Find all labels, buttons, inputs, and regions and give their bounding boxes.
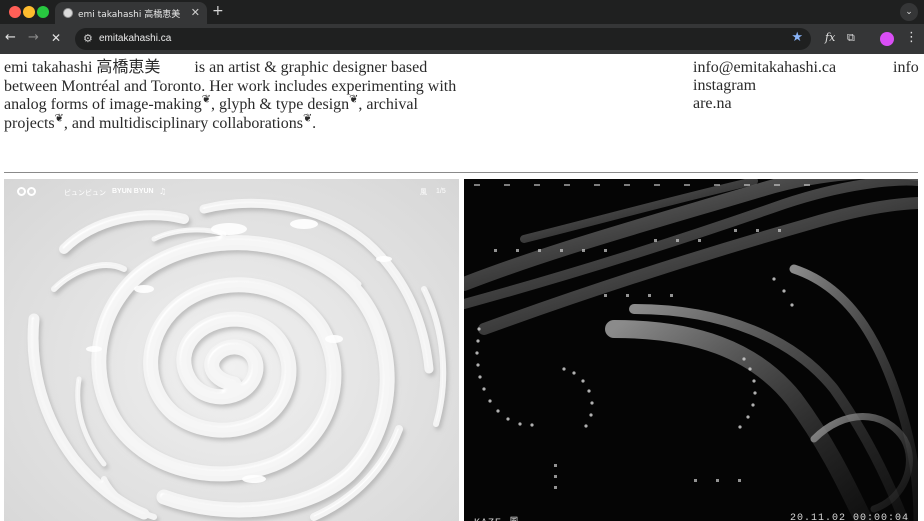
tab-bar: emi takahashi 高橋恵美 ✕ + ⌄ bbox=[0, 0, 924, 24]
bio-glyph-type: , glyph & type design bbox=[210, 96, 350, 113]
kaze-label: KAZE 風 bbox=[474, 513, 520, 521]
kaze-timestamp: 20.11.02 00:00:04 bbox=[790, 513, 910, 521]
stop-loading-button[interactable]: ✕ bbox=[51, 31, 61, 45]
divider bbox=[4, 172, 918, 173]
profile-avatar[interactable] bbox=[880, 32, 894, 46]
bio-collab: , and multidisciplinary collaborations bbox=[63, 114, 303, 132]
instagram-link[interactable]: instagram bbox=[693, 77, 836, 95]
archival-glyph-icon[interactable]: ❦ bbox=[55, 112, 64, 124]
arena-link[interactable]: are.na bbox=[693, 95, 836, 113]
minimize-window-button[interactable] bbox=[23, 6, 35, 18]
email-link[interactable]: info@emitakahashi.ca bbox=[693, 59, 836, 77]
project-byun-byun-image[interactable]: ビュンビュン BYUN BYUN ♫ 風 1/5 bbox=[4, 179, 459, 521]
page-content: emi takahashi 高橋恵美 is an artist & graphic… bbox=[0, 54, 924, 521]
bio-text: emi takahashi 高橋恵美 is an artist & graphic… bbox=[4, 59, 474, 133]
url-text[interactable]: emitakahashi.ca bbox=[99, 33, 171, 44]
image-making-glyph-icon[interactable]: ❦ bbox=[202, 94, 211, 106]
close-window-button[interactable] bbox=[9, 6, 21, 18]
new-tab-button[interactable]: + bbox=[212, 3, 224, 19]
tab-close-icon[interactable]: ✕ bbox=[191, 6, 200, 19]
site-info-icon[interactable]: ⚙ bbox=[83, 32, 93, 45]
bio-end: . bbox=[312, 114, 317, 132]
glyph-type-glyph-icon[interactable]: ❦ bbox=[349, 94, 358, 106]
byun-byun-logo-icon bbox=[17, 187, 37, 197]
tab-search-button[interactable]: ⌄ bbox=[900, 3, 918, 21]
collab-glyph-icon[interactable]: ❦ bbox=[303, 112, 312, 124]
favicon-icon bbox=[63, 8, 73, 18]
extensions-puzzle-icon[interactable]: ⧉ bbox=[847, 31, 855, 45]
forward-button[interactable]: → bbox=[28, 30, 39, 45]
browser-menu-icon[interactable]: ⋮ bbox=[905, 30, 918, 45]
project-title-en: BYUN BYUN bbox=[112, 188, 154, 195]
music-note-icon: ♫ bbox=[159, 187, 167, 196]
bookmark-star-icon[interactable]: ★ bbox=[791, 30, 803, 45]
fullscreen-window-button[interactable] bbox=[37, 6, 49, 18]
project-title-jp: ビュンビュン bbox=[64, 190, 106, 197]
slide-counter: 1/5 bbox=[436, 188, 446, 195]
fx-extension-icon[interactable]: fx bbox=[825, 31, 835, 44]
info-link[interactable]: info bbox=[893, 59, 919, 77]
address-bar[interactable]: ⚙ emitakahashi.ca ★ bbox=[75, 28, 811, 50]
tab-title: emi takahashi 高橋恵美 bbox=[78, 10, 181, 20]
embossed-swirl-artwork bbox=[27, 198, 447, 521]
back-button[interactable]: ← bbox=[5, 30, 16, 45]
artist-name: emi takahashi 高橋恵美 bbox=[4, 59, 161, 76]
browser-toolbar: ← → ✕ ⚙ emitakahashi.ca ★ fx ⧉ ⋮ bbox=[0, 24, 924, 54]
contact-links: info@emitakahashi.ca instagram are.na bbox=[693, 59, 836, 113]
active-tab[interactable]: emi takahashi 高橋恵美 ✕ bbox=[55, 2, 207, 24]
project-kanji: 風 bbox=[420, 189, 427, 196]
project-kaze-image[interactable]: KAZE 風 20.11.02 00:00:04 bbox=[464, 179, 918, 521]
kaze-dark-artwork bbox=[464, 179, 918, 521]
